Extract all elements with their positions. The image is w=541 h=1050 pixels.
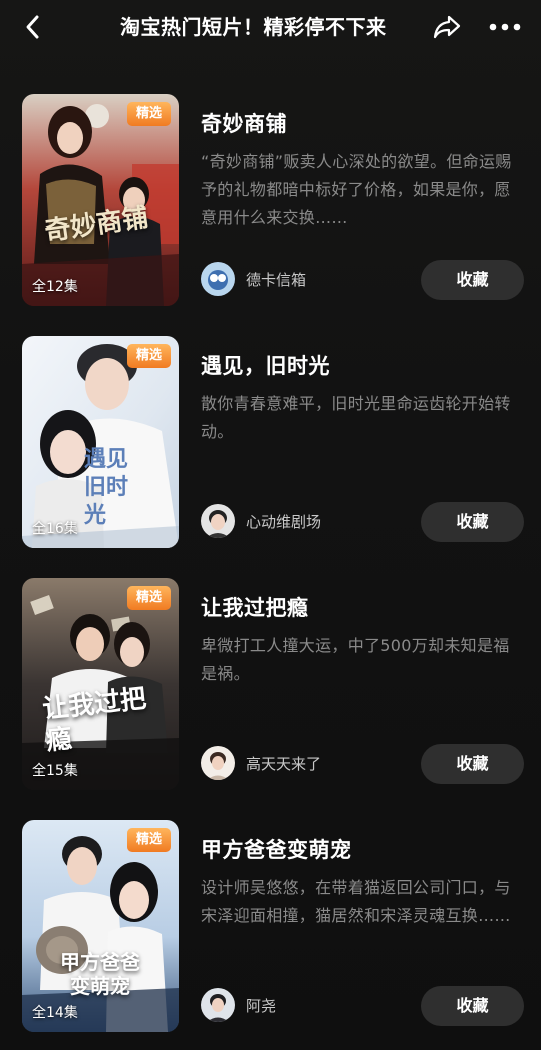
share-button[interactable]: [432, 13, 462, 41]
episode-count: 全15集: [32, 763, 78, 779]
author-name: 德卡信箱: [246, 270, 307, 289]
collect-button[interactable]: 收藏: [421, 986, 524, 1026]
avatar[interactable]: [201, 746, 235, 780]
card-title[interactable]: 让我过把瘾: [201, 592, 309, 622]
episode-count: 全12集: [32, 279, 78, 295]
collect-button[interactable]: 收藏: [421, 260, 524, 300]
poster-title: 遇见旧时光: [84, 447, 129, 528]
episode-count: 全14集: [32, 1005, 78, 1021]
poster-title: 甲方爸爸变萌宠: [60, 950, 140, 998]
poster-title: 让我过把瘾: [41, 684, 148, 757]
author-info[interactable]: 心动维剧场: [201, 504, 321, 538]
drama-card[interactable]: 让我过把瘾 精选 全15集 让我过把瘾 卑微打工人撞大运，中了500万却未知是福…: [0, 578, 541, 798]
card-title[interactable]: 甲方爸爸变萌宠: [201, 834, 352, 864]
page-title: 淘宝热门短片！精彩停不下来: [120, 15, 387, 39]
back-button[interactable]: [18, 12, 48, 42]
card-description: 卑微打工人撞大运，中了500万却未知是福是祸。: [201, 636, 510, 683]
avatar[interactable]: [201, 504, 235, 538]
share-icon: [433, 15, 461, 39]
featured-badge: 精选: [127, 344, 171, 368]
card-description: 散你青春意难平，旧时光里命运齿轮开始转动。: [201, 394, 511, 441]
author-info[interactable]: 高天天来了: [201, 746, 321, 780]
card-description: “奇妙商铺”贩卖人心深处的欲望。但命运赐予的礼物都暗中标好了价格，如果是你，愿意…: [201, 152, 512, 227]
more-button[interactable]: [485, 12, 525, 42]
author-info[interactable]: 德卡信箱: [201, 262, 306, 296]
featured-badge: 精选: [127, 102, 171, 126]
collect-button[interactable]: 收藏: [421, 744, 524, 784]
episode-count: 全16集: [32, 521, 78, 537]
drama-card[interactable]: 遇见旧时光 精选 全16集 遇见，旧时光 散你青春意难平，旧时光里命运齿轮开始转…: [0, 336, 541, 556]
card-description: 设计师吴悠悠，在带着猫返回公司门口，与宋泽迎面相撞，猫居然和宋泽灵魂互换……: [201, 878, 511, 925]
avatar[interactable]: [201, 988, 235, 1022]
chevron-left-icon: [26, 15, 39, 39]
poster-image[interactable]: 奇妙商铺 精选 全12集: [22, 94, 179, 306]
poster-image[interactable]: 让我过把瘾 精选 全15集: [22, 578, 179, 790]
author-name: 心动维剧场: [246, 512, 322, 531]
featured-badge: 精选: [127, 828, 171, 852]
avatar[interactable]: [201, 262, 235, 296]
featured-badge: 精选: [127, 586, 171, 610]
poster-image[interactable]: 甲方爸爸变萌宠 精选 全14集: [22, 820, 179, 1032]
author-name: 阿尧: [246, 996, 277, 1015]
card-title[interactable]: 遇见，旧时光: [201, 350, 330, 380]
more-dots-icon: [489, 23, 521, 31]
card-title[interactable]: 奇妙商铺: [201, 108, 287, 138]
collect-button[interactable]: 收藏: [421, 502, 524, 542]
poster-image[interactable]: 遇见旧时光 精选 全16集: [22, 336, 179, 548]
drama-card[interactable]: 甲方爸爸变萌宠 精选 全14集 甲方爸爸变萌宠 设计师吴悠悠，在带着猫返回公司门…: [0, 820, 541, 1040]
author-name: 高天天来了: [246, 754, 322, 773]
author-info[interactable]: 阿尧: [201, 988, 276, 1022]
header: 淘宝热门短片！精彩停不下来: [0, 0, 541, 56]
drama-card[interactable]: 奇妙商铺 精选 全12集 奇妙商铺 “奇妙商铺”贩卖人心深处的欲望。但命运赐予的…: [0, 94, 541, 314]
